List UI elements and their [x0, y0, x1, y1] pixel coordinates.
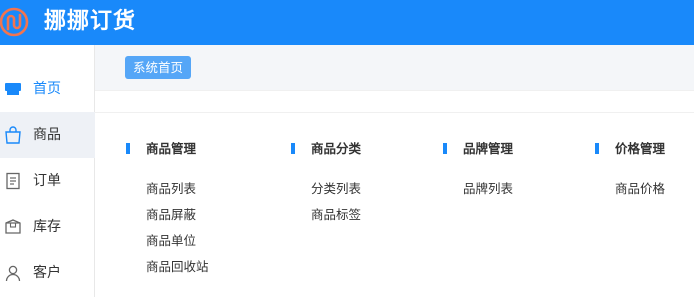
home-icon — [5, 83, 21, 95]
sidebar-item-label: 库存 — [33, 219, 61, 235]
logo-icon — [0, 7, 29, 37]
group-marker — [291, 143, 295, 154]
link-category-list[interactable]: 分类列表 — [311, 181, 361, 197]
sidebar-item-goods[interactable]: 商品 — [0, 112, 95, 158]
shopping-bag-icon — [5, 126, 21, 144]
sidebar-item-customers[interactable]: 客户 — [0, 250, 95, 296]
link-brand-list[interactable]: 品牌列表 — [463, 181, 513, 197]
sidebar-item-label: 首页 — [33, 81, 61, 97]
link-goods-list[interactable]: 商品列表 — [146, 181, 196, 197]
user-icon — [5, 265, 21, 282]
group-title: 价格管理 — [615, 141, 666, 156]
document-icon — [6, 172, 20, 190]
top-header: 挪挪订货 — [0, 0, 694, 45]
tab-home[interactable]: 系统首页 — [125, 56, 192, 79]
group-title: 品牌管理 — [463, 141, 514, 156]
sidebar-item-label: 订单 — [33, 173, 61, 189]
sidebar: 首页 商品 订单 库存 客户 — [0, 45, 95, 297]
group-marker — [126, 143, 130, 154]
link-goods-block[interactable]: 商品屏蔽 — [146, 207, 196, 223]
group-marker — [595, 143, 599, 154]
link-goods-recycle[interactable]: 商品回收站 — [146, 259, 209, 275]
sidebar-item-inventory[interactable]: 库存 — [0, 204, 95, 250]
group-title: 商品管理 — [146, 141, 197, 156]
divider — [95, 112, 694, 113]
sidebar-item-home[interactable]: 首页 — [0, 66, 95, 112]
group-title: 商品分类 — [311, 141, 362, 156]
sidebar-item-label: 商品 — [33, 127, 61, 143]
group-marker — [443, 143, 447, 154]
main-content: 商品管理 商品列表 商品屏蔽 商品单位 商品回收站 商品分类 分类列表 商品标签… — [95, 90, 694, 297]
app-title: 挪挪订货 — [44, 9, 137, 34]
sidebar-item-orders[interactable]: 订单 — [0, 158, 95, 204]
link-goods-price[interactable]: 商品价格 — [615, 181, 665, 197]
link-goods-tags[interactable]: 商品标签 — [311, 207, 361, 223]
sidebar-item-label: 客户 — [33, 265, 61, 281]
link-goods-unit[interactable]: 商品单位 — [146, 233, 196, 249]
breadcrumb: 系统首页 — [95, 45, 694, 90]
box-icon — [5, 219, 21, 234]
